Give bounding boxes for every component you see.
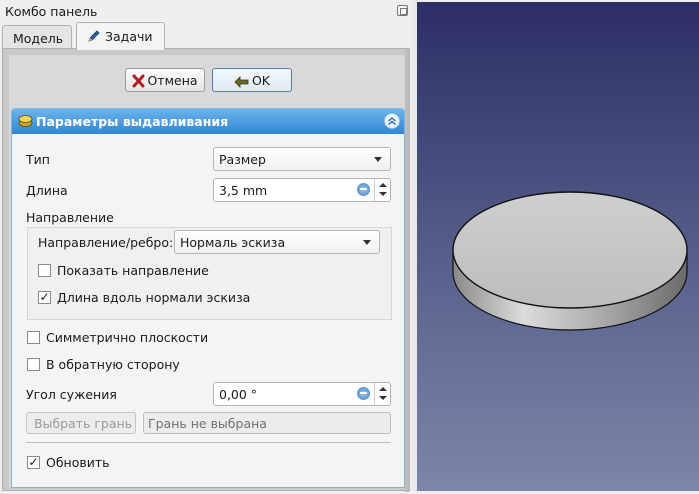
direction-section-label: Направление xyxy=(26,210,114,225)
reversed-box[interactable] xyxy=(27,358,40,371)
ok-icon xyxy=(234,76,249,88)
type-label: Тип xyxy=(26,152,50,167)
tab-tasks[interactable]: Задачи xyxy=(76,22,165,50)
length-value: 3,5 mm xyxy=(219,183,268,198)
taper-stepper[interactable] xyxy=(374,383,390,405)
expression-icon[interactable] xyxy=(357,183,370,196)
cancel-icon xyxy=(132,74,145,88)
update-label: Обновить xyxy=(46,455,110,470)
collapse-button[interactable] xyxy=(384,113,400,129)
taper-value: 0,00 ° xyxy=(219,387,258,402)
direction-edge-label: Направление/ребро: xyxy=(38,235,174,250)
direction-edge-value: Нормаль эскиза xyxy=(180,235,286,250)
tab-model[interactable]: Модель xyxy=(2,25,72,49)
show-direction-label: Показать направление xyxy=(57,263,209,278)
ok-button[interactable]: OK xyxy=(212,68,292,92)
update-box[interactable]: ✓ xyxy=(27,456,40,469)
separator xyxy=(26,442,391,443)
pencil-icon xyxy=(88,30,100,42)
combo-panel: Комбо панель Модель Задачи Отмена OK Пар… xyxy=(0,0,412,492)
chevron-down-icon xyxy=(363,240,371,245)
step-up-icon[interactable] xyxy=(379,183,387,187)
length-spinbox[interactable]: 3,5 mm xyxy=(213,178,391,202)
along-normal-box[interactable]: ✓ xyxy=(38,291,51,304)
taper-spinbox[interactable]: 0,00 ° xyxy=(213,382,391,406)
direction-edge-combo[interactable]: Нормаль эскиза xyxy=(174,230,380,254)
type-combo[interactable]: Размер xyxy=(213,147,391,171)
expression-icon[interactable] xyxy=(357,387,370,400)
length-label: Длина xyxy=(26,183,68,198)
chevron-down-icon xyxy=(374,157,382,162)
pad-parameters-box: Параметры выдавливания Тип Размер Длина … xyxy=(11,108,405,488)
cancel-button[interactable]: Отмена xyxy=(125,68,205,92)
step-up-icon[interactable] xyxy=(379,387,387,391)
task-panel-scrollbar[interactable] xyxy=(405,49,409,492)
select-face-button[interactable]: Выбрать грань xyxy=(26,412,136,434)
step-down-icon[interactable] xyxy=(379,192,387,196)
pad-icon xyxy=(18,115,33,127)
double-chevron-up-icon xyxy=(388,117,396,126)
show-direction-box[interactable] xyxy=(38,264,51,277)
direction-group: Направление/ребро: Нормаль эскиза Показа… xyxy=(27,227,392,320)
along-normal-label: Длина вдоль нормали эскиза xyxy=(57,290,251,305)
step-down-icon[interactable] xyxy=(379,396,387,400)
taper-label: Угол сужения xyxy=(26,387,117,402)
cancel-button-label: Отмена xyxy=(147,73,198,88)
symmetric-box[interactable] xyxy=(27,331,40,344)
combo-panel-title: Комбо панель xyxy=(5,4,98,19)
length-stepper[interactable] xyxy=(374,179,390,201)
face-field: Грань не выбрана xyxy=(143,412,391,434)
ok-button-label: OK xyxy=(251,73,271,88)
tab-model-label: Модель xyxy=(13,31,64,46)
pad-parameters-title: Параметры выдавливания xyxy=(36,114,229,129)
type-combo-value: Размер xyxy=(219,152,266,167)
3d-viewport[interactable] xyxy=(417,2,699,491)
pad-parameters-header[interactable]: Параметры выдавливания xyxy=(12,109,404,134)
reversed-label: В обратную сторону xyxy=(46,357,180,372)
symmetric-label: Симметрично плоскости xyxy=(46,330,209,345)
tab-tasks-label: Задачи xyxy=(105,29,153,44)
cylinder-solid xyxy=(452,191,688,331)
float-panel-button[interactable] xyxy=(397,5,408,16)
